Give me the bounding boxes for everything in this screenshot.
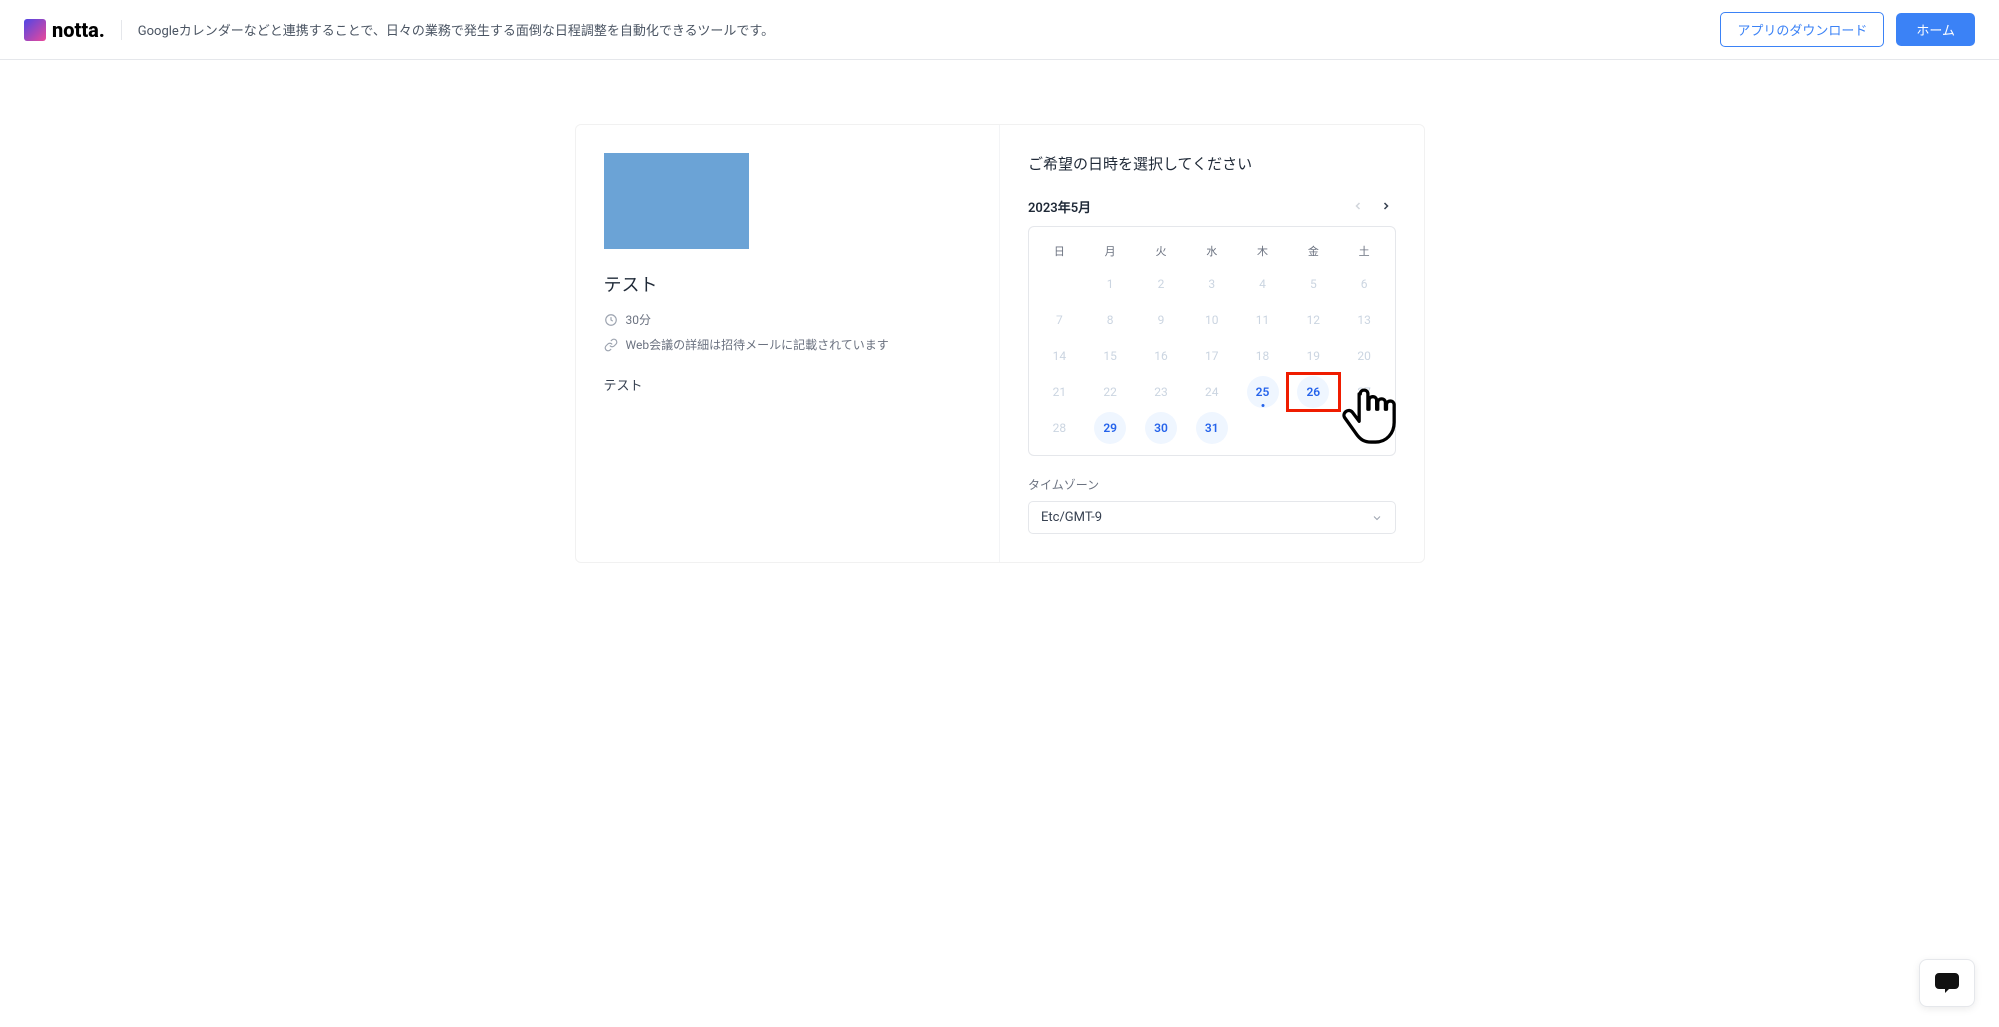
day-14: 14 [1035,339,1084,373]
timezone-value: Etc/GMT-9 [1041,510,1102,525]
month-label: 2023年5月 [1028,197,1091,216]
day-17: 17 [1187,339,1236,373]
event-meeting-info: Web会議の詳細は招待メールに記載されています [604,336,972,353]
day-3: 3 [1187,267,1236,301]
day-empty [1340,411,1389,445]
chevron-right-icon [1380,200,1392,212]
chat-button[interactable] [1919,959,1975,1007]
event-title: テスト [604,271,972,297]
tagline: Googleカレンダーなどと連携することで、日々の業務で発生する面倒な日程調整を… [138,20,774,39]
day-9: 9 [1137,303,1186,337]
logo-icon [24,19,46,41]
duration-text: 30分 [626,311,652,328]
day-header: 水 [1187,237,1236,265]
event-duration: 30分 [604,311,972,328]
clock-icon [604,313,618,327]
nav-arrows [1348,196,1396,216]
day-30[interactable]: 30 [1137,411,1186,445]
datepicker-panel: ご希望の日時を選択してください 2023年5月 日月火水木金土123456789… [999,125,1424,562]
day-header: 月 [1086,237,1135,265]
day-26[interactable]: 26 [1289,375,1338,409]
day-header: 木 [1238,237,1287,265]
header-left: notta. Googleカレンダーなどと連携することで、日々の業務で発生する面… [24,18,774,42]
timezone-select[interactable]: Etc/GMT-9 [1028,501,1396,534]
prev-month-button [1348,196,1368,216]
day-18: 18 [1238,339,1287,373]
home-button[interactable]: ホーム [1896,13,1975,46]
day-25[interactable]: 25 [1238,375,1287,409]
day-28: 28 [1035,411,1084,445]
day-header: 土 [1340,237,1389,265]
chat-icon [1935,973,1959,993]
day-11: 11 [1238,303,1287,337]
next-month-button[interactable] [1376,196,1396,216]
day-24: 24 [1187,375,1236,409]
day-empty [1035,267,1084,301]
day-header: 金 [1289,237,1338,265]
chevron-left-icon [1352,200,1364,212]
calendar-grid: 日月火水木金土123456789101112131415161718192021… [1035,237,1389,445]
link-icon [604,338,618,352]
day-1: 1 [1086,267,1135,301]
timezone-section: タイムゾーン Etc/GMT-9 [1028,476,1396,534]
calendar-header: 2023年5月 [1028,196,1396,216]
event-panel: テスト 30分 Web会議の詳細は招待メールに記載されています テスト [576,125,1000,562]
divider [121,20,122,40]
event-thumbnail [604,153,749,249]
header-right: アプリのダウンロード ホーム [1720,12,1975,47]
day-empty [1238,411,1287,445]
datepicker-title: ご希望の日時を選択してください [1028,153,1396,174]
day-31[interactable]: 31 [1187,411,1236,445]
day-12: 12 [1289,303,1338,337]
day-29[interactable]: 29 [1086,411,1135,445]
day-23: 23 [1137,375,1186,409]
meeting-info-text: Web会議の詳細は招待メールに記載されています [626,336,889,353]
day-16: 16 [1137,339,1186,373]
main: テスト 30分 Web会議の詳細は招待メールに記載されています テスト ご希望の… [0,60,1999,563]
header: notta. Googleカレンダーなどと連携することで、日々の業務で発生する面… [0,0,1999,60]
day-5: 5 [1289,267,1338,301]
logo[interactable]: notta. [24,18,105,42]
day-19: 19 [1289,339,1338,373]
day-7: 7 [1035,303,1084,337]
day-2: 2 [1137,267,1186,301]
day-13: 13 [1340,303,1389,337]
day-header: 火 [1137,237,1186,265]
day-10: 10 [1187,303,1236,337]
day-15: 15 [1086,339,1135,373]
chevron-down-icon [1371,512,1383,524]
day-empty [1289,411,1338,445]
day-21: 21 [1035,375,1084,409]
logo-text: notta. [52,18,105,42]
timezone-label: タイムゾーン [1028,476,1396,493]
day-4: 4 [1238,267,1287,301]
day-6: 6 [1340,267,1389,301]
day-20: 20 [1340,339,1389,373]
booking-card: テスト 30分 Web会議の詳細は招待メールに記載されています テスト ご希望の… [575,124,1425,563]
day-header: 日 [1035,237,1084,265]
download-button[interactable]: アプリのダウンロード [1720,12,1884,47]
day-27: 27 [1340,375,1389,409]
calendar: 日月火水木金土123456789101112131415161718192021… [1028,226,1396,456]
event-description: テスト [604,375,972,394]
day-8: 8 [1086,303,1135,337]
day-22: 22 [1086,375,1135,409]
